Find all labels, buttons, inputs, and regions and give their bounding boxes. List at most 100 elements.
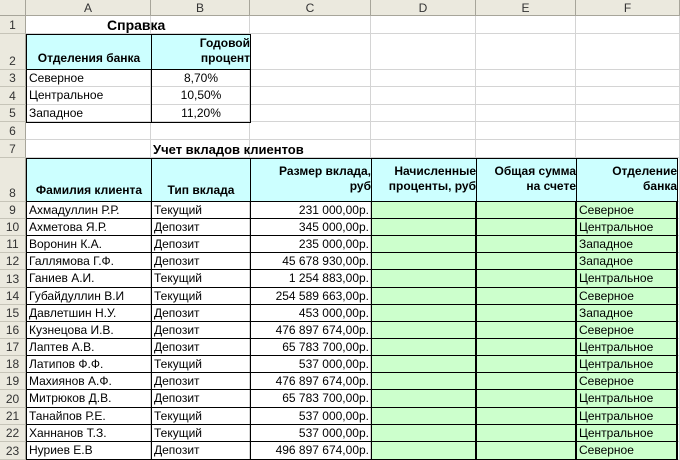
branch-cell[interactable]: Северное [577, 373, 677, 390]
ref-title[interactable]: Справка [105, 16, 215, 34]
total-amount-cell[interactable] [477, 322, 576, 339]
deposit-type-cell[interactable]: Депозит [152, 322, 250, 339]
client-name-cell[interactable]: Галлямова Г.Ф. [27, 253, 151, 270]
accrued-interest-cell[interactable] [372, 322, 476, 339]
client-name-cell[interactable]: Давлетшин Н.У. [27, 305, 151, 322]
row-header-6[interactable]: 6 [0, 122, 26, 140]
header-branch[interactable]: Отделение банка [576, 158, 678, 202]
deposit-type-cell[interactable]: Текущий [152, 356, 250, 373]
deposit-amount-cell[interactable]: 254 589 663,00р. [251, 288, 371, 305]
deposit-amount-cell[interactable]: 537 000,00р. [251, 425, 371, 442]
accrued-interest-cell[interactable] [372, 288, 476, 305]
deposit-amount-cell[interactable]: 537 000,00р. [251, 356, 371, 373]
deposit-type-cell[interactable]: Депозит [152, 236, 250, 253]
deposit-amount-cell[interactable]: 537 000,00р. [251, 408, 371, 425]
column-header-b[interactable]: B [151, 0, 250, 16]
accrued-interest-cell[interactable] [372, 408, 476, 425]
deposit-type-cell[interactable]: Депозит [152, 219, 250, 236]
row-header-3[interactable]: 3 [0, 70, 26, 87]
deposit-type-cell[interactable]: Текущий [152, 288, 250, 305]
client-name-cell[interactable]: Кузнецова И.В. [27, 322, 151, 339]
deposit-amount-cell[interactable]: 476 897 674,00р. [251, 322, 371, 339]
row-header-7[interactable]: 7 [0, 140, 26, 158]
accrued-interest-cell[interactable] [372, 356, 476, 373]
total-amount-cell[interactable] [477, 442, 576, 460]
total-amount-cell[interactable] [477, 373, 576, 390]
column-header-c[interactable]: C [250, 0, 371, 16]
row-header-17[interactable]: 17 [0, 339, 26, 356]
branch-cell[interactable]: Центральное [577, 270, 677, 287]
header-total-amount[interactable]: Общая сумма на счете [476, 158, 577, 202]
total-amount-cell[interactable] [477, 356, 576, 373]
row-header-20[interactable]: 20 [0, 390, 26, 408]
ref-rate-cell[interactable]: 10,50% [152, 87, 250, 104]
deposit-amount-cell[interactable]: 496 897 674,00р. [251, 442, 371, 459]
client-name-cell[interactable]: Губайдуллин В.И [27, 288, 151, 305]
accrued-interest-cell[interactable] [372, 339, 476, 356]
ref-rate-cell[interactable]: 8,70% [152, 70, 250, 87]
deposit-amount-cell[interactable]: 45 678 930,00р. [251, 253, 371, 270]
row-header-11[interactable]: 11 [0, 236, 26, 253]
client-name-cell[interactable]: Лаптев А.В. [27, 339, 151, 356]
branch-cell[interactable]: Центральное [577, 339, 677, 356]
ref-branch-cell[interactable]: Северное [27, 70, 151, 87]
accrued-interest-cell[interactable] [372, 442, 476, 460]
row-header-19[interactable]: 19 [0, 373, 26, 390]
ref-header-branch[interactable]: Отделения банка [26, 34, 152, 70]
deposit-amount-cell[interactable]: 1 254 883,00р. [251, 270, 371, 287]
main-title[interactable]: Учет вкладов клиентов [151, 141, 391, 159]
accrued-interest-cell[interactable] [372, 425, 476, 442]
branch-cell[interactable]: Северное [577, 442, 677, 459]
deposit-amount-cell[interactable]: 453 000,00р. [251, 305, 371, 322]
branch-cell[interactable]: Центральное [577, 390, 677, 407]
client-name-cell[interactable]: Ахмадуллин Р.Р. [27, 202, 151, 219]
client-name-cell[interactable]: Танайпов Р.Е. [27, 408, 151, 425]
accrued-interest-cell[interactable] [372, 305, 476, 322]
accrued-interest-cell[interactable] [372, 373, 476, 390]
client-name-cell[interactable]: Ахметова Я.Р. [27, 219, 151, 236]
deposit-type-cell[interactable]: Депозит [152, 442, 250, 459]
deposit-amount-cell[interactable]: 345 000,00р. [251, 219, 371, 236]
branch-cell[interactable]: Северное [577, 288, 677, 305]
total-amount-cell[interactable] [477, 390, 576, 408]
deposit-type-cell[interactable]: Депозит [152, 339, 250, 356]
header-client-name[interactable]: Фамилия клиента [26, 158, 152, 202]
ref-header-rate[interactable]: Годовой процент [151, 34, 251, 70]
branch-cell[interactable]: Западное [577, 305, 677, 322]
column-header-f[interactable]: F [576, 0, 680, 16]
client-name-cell[interactable]: Воронин К.А. [27, 236, 151, 253]
branch-cell[interactable]: Северное [577, 322, 677, 339]
row-header-21[interactable]: 21 [0, 408, 26, 425]
row-header-8[interactable]: 8 [0, 158, 26, 202]
deposit-type-cell[interactable]: Текущий [152, 202, 250, 219]
select-all-corner[interactable] [0, 0, 26, 16]
total-amount-cell[interactable] [477, 288, 576, 305]
column-header-a[interactable]: A [26, 0, 151, 16]
deposit-amount-cell[interactable]: 476 897 674,00р. [251, 373, 371, 390]
client-name-cell[interactable]: Ханнанов Т.З. [27, 425, 151, 442]
deposit-type-cell[interactable]: Депозит [152, 373, 250, 390]
column-header-e[interactable]: E [476, 0, 576, 16]
ref-rate-cell[interactable]: 11,20% [152, 105, 250, 122]
deposit-amount-cell[interactable]: 231 000,00р. [251, 202, 371, 219]
client-name-cell[interactable]: Махиянов А.Ф. [27, 373, 151, 390]
accrued-interest-cell[interactable] [372, 236, 476, 253]
row-header-22[interactable]: 22 [0, 425, 26, 442]
row-header-18[interactable]: 18 [0, 356, 26, 373]
header-accrued-interest[interactable]: Начисленные проценты, руб [371, 158, 477, 202]
accrued-interest-cell[interactable] [372, 390, 476, 408]
deposit-type-cell[interactable]: Текущий [152, 408, 250, 425]
total-amount-cell[interactable] [477, 236, 576, 253]
total-amount-cell[interactable] [477, 219, 576, 236]
row-header-2[interactable]: 2 [0, 34, 26, 70]
total-amount-cell[interactable] [477, 202, 576, 219]
accrued-interest-cell[interactable] [372, 270, 476, 288]
deposit-amount-cell[interactable]: 65 783 700,00р. [251, 339, 371, 356]
ref-branch-cell[interactable]: Центральное [27, 87, 151, 104]
total-amount-cell[interactable] [477, 339, 576, 356]
branch-cell[interactable]: Центральное [577, 356, 677, 373]
client-name-cell[interactable]: Митрюков Д.В. [27, 390, 151, 407]
header-deposit-amount[interactable]: Размер вклада, руб [250, 158, 372, 202]
deposit-amount-cell[interactable]: 235 000,00р. [251, 236, 371, 253]
ref-branch-cell[interactable]: Западное [27, 105, 151, 122]
